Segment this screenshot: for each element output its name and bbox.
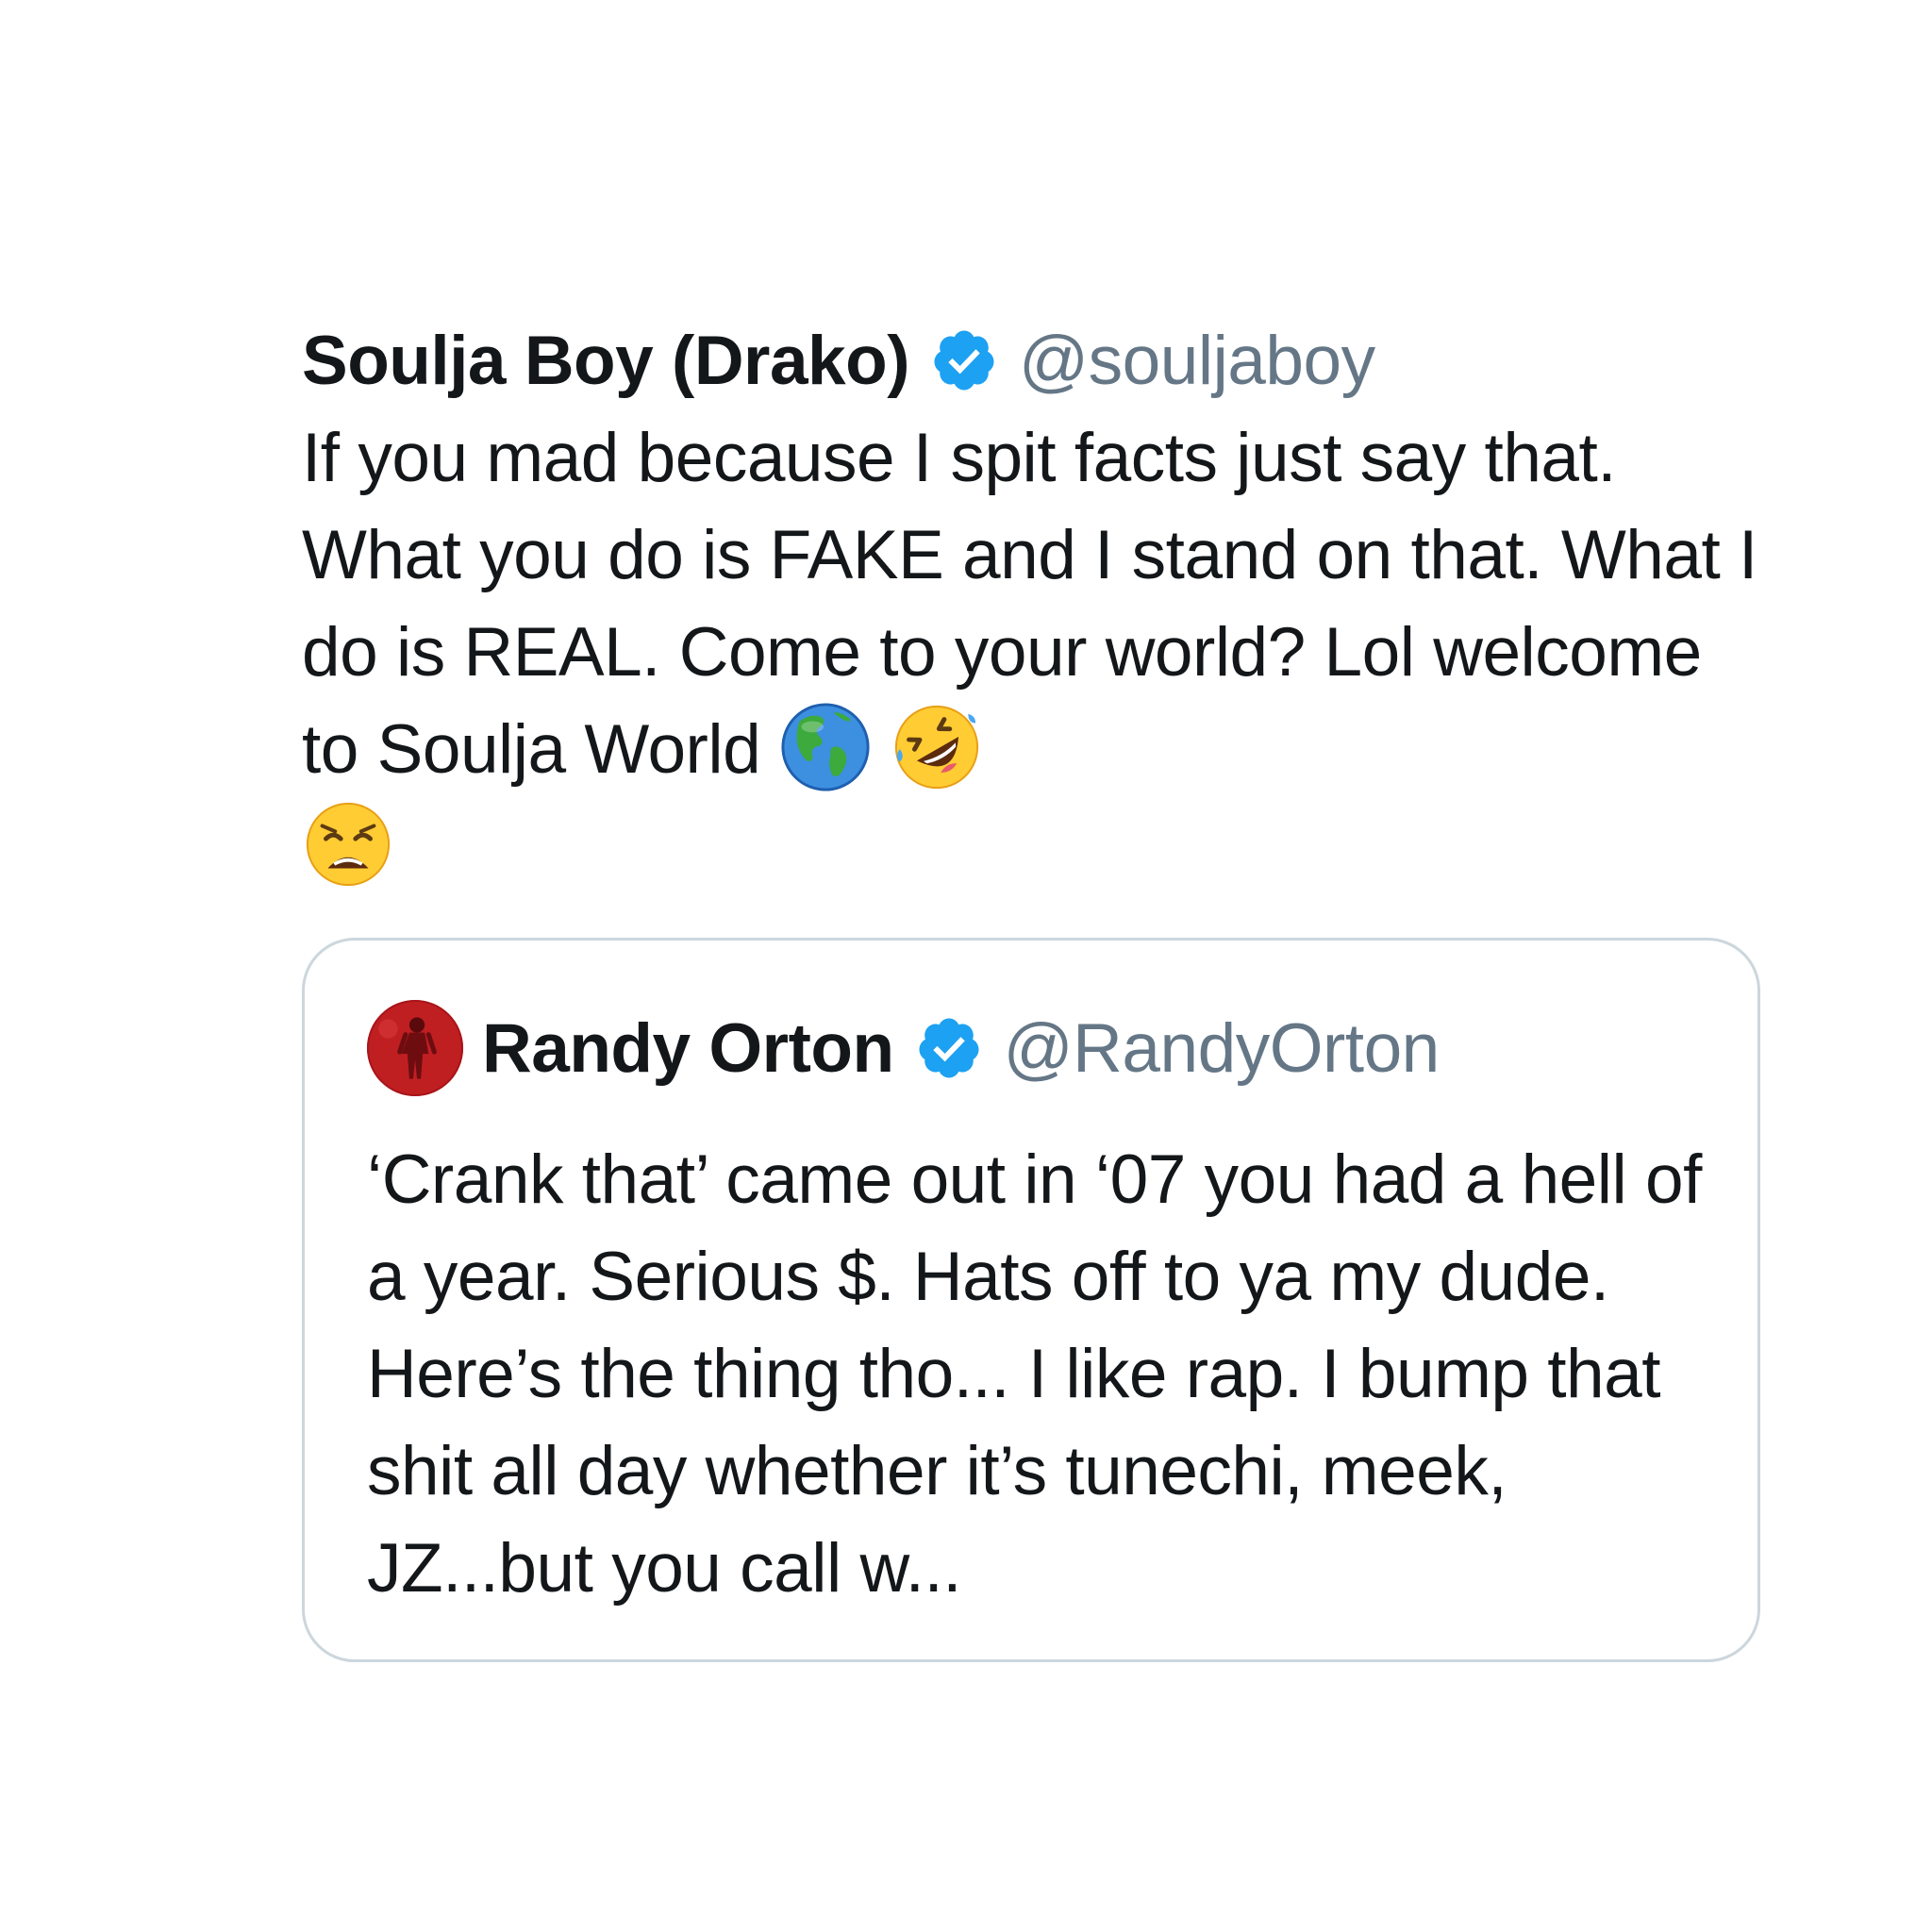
tweet-text: If you mad because I spit facts just say… <box>302 409 1774 895</box>
verified-badge-icon <box>915 1014 983 1082</box>
display-name[interactable]: Soulja Boy (Drako) <box>302 322 910 400</box>
handle[interactable]: @souljaboy <box>1019 322 1375 400</box>
tweet[interactable]: Soulja Boy (Drako) @souljaboy If you mad… <box>302 311 1774 895</box>
rolling-on-floor-laughing-emoji-icon <box>891 701 983 793</box>
tweet-body: If you mad because I spit facts just say… <box>302 420 1757 788</box>
quoted-display-name[interactable]: Randy Orton <box>482 1009 894 1088</box>
verified-badge-icon <box>930 326 998 394</box>
quoted-tweet-header: Randy Orton @RandyOrton <box>367 999 1440 1097</box>
quoted-tweet-card[interactable]: Randy Orton @RandyOrton ‘Crank that’ cam… <box>302 938 1760 1662</box>
tweet-header: Soulja Boy (Drako) @souljaboy <box>302 311 1774 409</box>
quoted-tweet-text: ‘Crank that’ came out in ‘07 you had a h… <box>367 1141 1702 1607</box>
avatar[interactable] <box>367 1000 463 1096</box>
weary-face-emoji-icon <box>302 798 394 891</box>
globe-americas-emoji-icon <box>779 701 872 793</box>
quoted-handle[interactable]: @RandyOrton <box>1004 1009 1441 1088</box>
